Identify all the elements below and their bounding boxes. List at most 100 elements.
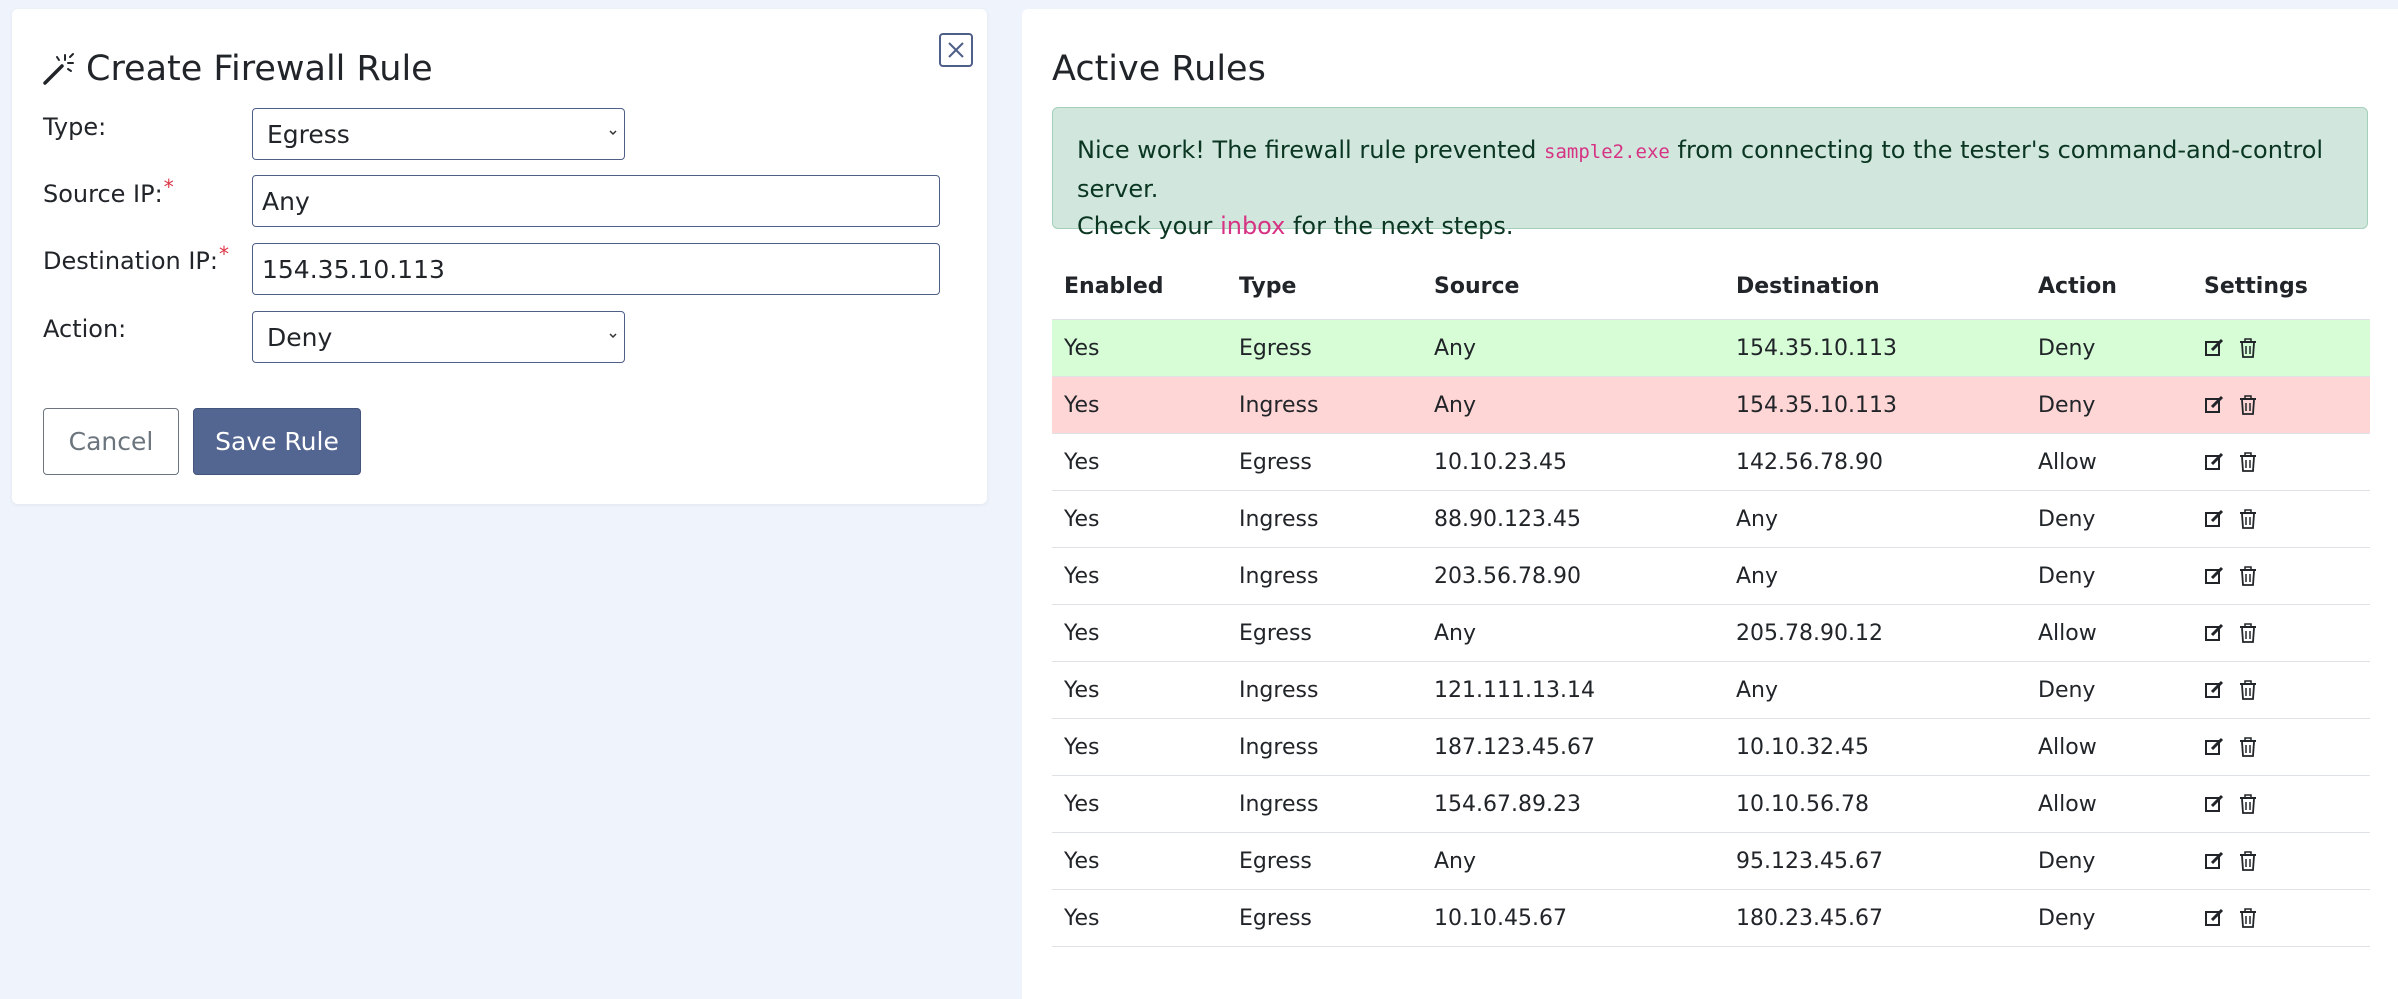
required-marker: *	[163, 175, 174, 199]
cell-destination: 142.56.78.90	[1724, 433, 2026, 491]
action-select-value: Deny	[267, 322, 333, 352]
cell-destination: 10.10.32.45	[1724, 718, 2026, 776]
cell-destination: Any	[1724, 547, 2026, 605]
cell-source: 10.10.45.67	[1422, 889, 1724, 947]
cell-destination: 10.10.56.78	[1724, 775, 2026, 833]
table-row: Yes Ingress 154.67.89.23 10.10.56.78 Allow	[1052, 775, 2370, 833]
inbox-link[interactable]: inbox	[1220, 212, 1285, 240]
type-select[interactable]: Egress	[252, 108, 625, 160]
destination-ip-label: Destination IP:*	[43, 242, 229, 275]
create-rule-title: Create Firewall Rule	[42, 41, 433, 97]
alert-code: sample2.exe	[1544, 141, 1670, 163]
cell-action: Allow	[2026, 433, 2192, 491]
chevron-down-icon	[609, 333, 617, 339]
table-row: Yes Ingress 121.111.13.14 Any Deny	[1052, 661, 2370, 719]
row-actions	[2204, 452, 2370, 472]
cell-action: Deny	[2026, 319, 2192, 377]
type-label: Type:	[43, 113, 107, 141]
trash-icon[interactable]	[2239, 452, 2257, 472]
row-actions	[2204, 566, 2370, 586]
alert-text-before: Nice work! The firewall rule prevented	[1077, 136, 1545, 164]
trash-icon[interactable]	[2239, 338, 2257, 358]
edit-icon[interactable]	[2204, 851, 2224, 871]
chevron-down-icon	[609, 130, 617, 136]
cell-settings	[2192, 718, 2370, 776]
cell-type: Egress	[1227, 889, 1422, 947]
magic-wand-icon	[42, 52, 76, 86]
action-label: Action:	[43, 315, 127, 343]
edit-icon[interactable]	[2204, 395, 2224, 415]
cell-action: Deny	[2026, 661, 2192, 719]
cell-destination: 205.78.90.12	[1724, 604, 2026, 662]
cell-action: Allow	[2026, 604, 2192, 662]
cell-action: Deny	[2026, 547, 2192, 605]
cell-settings	[2192, 376, 2370, 434]
create-rule-card: Create Firewall Rule Type: Egress Source…	[12, 9, 987, 504]
trash-icon[interactable]	[2239, 566, 2257, 586]
cell-source: Any	[1422, 376, 1724, 434]
cell-action: Deny	[2026, 376, 2192, 434]
cell-source: Any	[1422, 604, 1724, 662]
edit-icon[interactable]	[2204, 908, 2224, 928]
edit-icon[interactable]	[2204, 680, 2224, 700]
edit-icon[interactable]	[2204, 452, 2224, 472]
save-rule-button[interactable]: Save Rule	[193, 408, 361, 475]
row-actions	[2204, 680, 2370, 700]
destination-ip-input[interactable]: 154.35.10.113	[252, 243, 940, 295]
cell-enabled: Yes	[1052, 490, 1227, 548]
cell-enabled: Yes	[1052, 604, 1227, 662]
cell-type: Ingress	[1227, 775, 1422, 833]
source-ip-input[interactable]: Any	[252, 175, 940, 227]
col-header-settings: Settings	[2204, 274, 2308, 299]
cell-source: 154.67.89.23	[1422, 775, 1724, 833]
rules-table: Enabled Type Source Destination Action S…	[1052, 254, 2370, 947]
row-actions	[2204, 851, 2370, 871]
cell-enabled: Yes	[1052, 718, 1227, 776]
trash-icon[interactable]	[2239, 623, 2257, 643]
edit-icon[interactable]	[2204, 623, 2224, 643]
trash-icon[interactable]	[2239, 680, 2257, 700]
success-alert: Nice work! The firewall rule prevented s…	[1052, 107, 2368, 240]
cell-settings	[2192, 889, 2370, 947]
cell-destination: 154.35.10.113	[1724, 319, 2026, 377]
cell-type: Egress	[1227, 604, 1422, 662]
edit-icon[interactable]	[2204, 566, 2224, 586]
edit-icon[interactable]	[2204, 794, 2224, 814]
edit-icon[interactable]	[2204, 737, 2224, 757]
cell-settings	[2192, 547, 2370, 605]
cell-settings	[2192, 433, 2370, 491]
close-button[interactable]	[939, 33, 973, 67]
action-select[interactable]: Deny	[252, 311, 625, 363]
trash-icon[interactable]	[2239, 794, 2257, 814]
trash-icon[interactable]	[2239, 395, 2257, 415]
trash-icon[interactable]	[2239, 509, 2257, 529]
col-header-type: Type	[1239, 274, 1297, 299]
table-row: Yes Egress Any 95.123.45.67 Deny	[1052, 832, 2370, 890]
cell-settings	[2192, 832, 2370, 890]
cell-destination: Any	[1724, 490, 2026, 548]
trash-icon[interactable]	[2239, 908, 2257, 928]
cell-source: 203.56.78.90	[1422, 547, 1724, 605]
cell-source: 187.123.45.67	[1422, 718, 1724, 776]
cancel-button[interactable]: Cancel	[43, 408, 179, 475]
trash-icon[interactable]	[2239, 851, 2257, 871]
edit-icon[interactable]	[2204, 509, 2224, 529]
table-row: Yes Egress 10.10.45.67 180.23.45.67 Deny	[1052, 889, 2370, 947]
cell-enabled: Yes	[1052, 433, 1227, 491]
destination-ip-label-text: Destination IP:	[43, 247, 218, 275]
alert-line2-before: Check your	[1077, 212, 1221, 240]
trash-icon[interactable]	[2239, 737, 2257, 757]
source-ip-value: Any	[262, 186, 310, 216]
cell-enabled: Yes	[1052, 547, 1227, 605]
active-rules-title: Active Rules	[1052, 49, 1266, 89]
cell-settings	[2192, 775, 2370, 833]
cell-settings	[2192, 661, 2370, 719]
edit-icon[interactable]	[2204, 338, 2224, 358]
cell-type: Egress	[1227, 433, 1422, 491]
col-header-source: Source	[1434, 274, 1520, 299]
cell-source: 121.111.13.14	[1422, 661, 1724, 719]
alert-line2-after: for the next steps.	[1285, 212, 1514, 240]
cell-action: Allow	[2026, 718, 2192, 776]
table-row: Yes Ingress 203.56.78.90 Any Deny	[1052, 547, 2370, 605]
cell-settings	[2192, 319, 2370, 377]
